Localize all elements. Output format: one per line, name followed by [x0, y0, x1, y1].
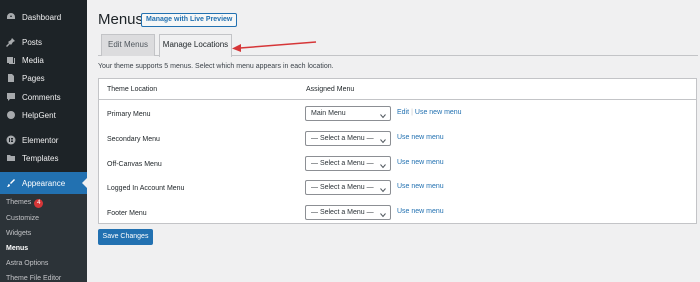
- menu-select[interactable]: — Select a Menu —: [305, 131, 391, 146]
- admin-sidebar: Dashboard Posts Media Pages Comments Hel…: [0, 0, 87, 282]
- sidebar-item-appearance[interactable]: Appearance: [0, 172, 87, 194]
- sidebar-item-templates[interactable]: Templates: [0, 147, 87, 169]
- use-new-menu-link[interactable]: Use new menu: [415, 109, 462, 116]
- menu-select[interactable]: — Select a Menu —: [305, 205, 391, 220]
- sidebar-item-label: Elementor: [22, 135, 59, 145]
- update-count-badge: 4: [34, 199, 44, 208]
- media-icon: [6, 55, 16, 65]
- select-value: Main Menu: [311, 110, 346, 117]
- sidebar-item-label: Dashboard: [22, 12, 62, 22]
- chevron-down-icon: [380, 111, 386, 119]
- use-new-menu-link[interactable]: Use new menu: [397, 183, 444, 190]
- chevron-down-icon: [380, 185, 386, 193]
- use-new-menu-link[interactable]: Use new menu: [397, 134, 444, 141]
- elementor-icon: [6, 135, 16, 145]
- submenu-item-customize[interactable]: Customize: [6, 215, 39, 222]
- location-name: Primary Menu: [107, 111, 151, 118]
- sidebar-item-label: Posts: [22, 37, 43, 47]
- location-name: Logged In Account Menu: [107, 185, 185, 192]
- row-links: Use new menu: [397, 134, 444, 141]
- submenu-item-menus[interactable]: Menus: [6, 245, 28, 252]
- menu-select[interactable]: — Select a Menu —: [305, 180, 391, 195]
- table-row: Off-Canvas Menu — Select a Menu — Use ne…: [99, 154, 696, 178]
- location-name: Off-Canvas Menu: [107, 161, 162, 168]
- row-links: Use new menu: [397, 208, 444, 215]
- submenu-item-themes[interactable]: Themes 4: [6, 199, 44, 208]
- table-row: Primary Menu Main Menu Edit | Use new menu: [99, 104, 696, 128]
- select-value: — Select a Menu —: [311, 135, 374, 142]
- sidebar-item-label: Templates: [22, 153, 59, 163]
- live-preview-button[interactable]: Manage with Live Preview: [141, 13, 238, 27]
- folder-icon: [6, 153, 16, 163]
- chevron-down-icon: [380, 136, 386, 144]
- column-header-assigned: Assigned Menu: [306, 86, 355, 93]
- sidebar-item-label: Pages: [22, 73, 45, 83]
- table-row: Footer Menu — Select a Menu — Use new me…: [99, 203, 696, 227]
- table-row: Secondary Menu — Select a Menu — Use new…: [99, 129, 696, 153]
- row-links: Use new menu: [397, 183, 444, 190]
- active-indicator: [82, 178, 87, 188]
- sidebar-item-label: Media: [22, 55, 44, 65]
- annotation-arrow: [232, 41, 317, 52]
- submenu-item-label: Themes: [6, 199, 32, 206]
- tab-edit-menus[interactable]: Edit Menus: [101, 34, 155, 56]
- chevron-down-icon: [380, 161, 386, 169]
- comment-icon: [6, 92, 16, 102]
- select-value: — Select a Menu —: [311, 184, 374, 191]
- intro-text: Your theme supports 5 menus. Select whic…: [98, 63, 334, 70]
- select-value: — Select a Menu —: [311, 160, 374, 167]
- use-new-menu-link[interactable]: Use new menu: [397, 208, 444, 215]
- appearance-submenu: Themes 4 Customize Widgets Menus Astra Op…: [0, 194, 87, 282]
- submenu-item-theme-file-editor[interactable]: Theme File Editor: [6, 275, 61, 282]
- help-icon: [6, 110, 16, 120]
- nav-tabs: Edit Menus Manage Locations: [98, 34, 698, 57]
- row-links: Edit | Use new menu: [397, 109, 462, 116]
- location-name: Footer Menu: [107, 210, 147, 217]
- location-name: Secondary Menu: [107, 136, 160, 143]
- row-links: Use new menu: [397, 159, 444, 166]
- link-separator: |: [411, 109, 413, 116]
- edit-link[interactable]: Edit: [397, 109, 409, 116]
- dashboard-icon: [6, 12, 16, 22]
- tab-manage-locations[interactable]: Manage Locations: [159, 34, 232, 57]
- brush-icon: [6, 178, 16, 188]
- menu-locations-table: Theme Location Assigned Menu Primary Men…: [98, 78, 697, 224]
- page-icon: [6, 73, 16, 83]
- chevron-down-icon: [380, 210, 386, 218]
- menu-select[interactable]: Main Menu: [305, 106, 391, 121]
- sidebar-item-dashboard[interactable]: Dashboard: [0, 6, 87, 28]
- sidebar-item-label: HelpGent: [22, 110, 56, 120]
- save-changes-button[interactable]: Save Changes: [98, 229, 153, 245]
- table-row: Logged In Account Menu — Select a Menu —…: [99, 178, 696, 202]
- column-header-location: Theme Location: [107, 86, 158, 93]
- pin-icon: [6, 37, 16, 47]
- submenu-item-widgets[interactable]: Widgets: [6, 230, 31, 237]
- page-title: Menus: [98, 11, 144, 28]
- submenu-item-astra-options[interactable]: Astra Options: [6, 260, 48, 267]
- sidebar-item-helpgent[interactable]: HelpGent: [0, 104, 87, 126]
- use-new-menu-link[interactable]: Use new menu: [397, 159, 444, 166]
- menu-select[interactable]: — Select a Menu —: [305, 156, 391, 171]
- sidebar-item-label: Comments: [22, 92, 61, 102]
- table-header: Theme Location Assigned Menu: [99, 79, 696, 100]
- select-value: — Select a Menu —: [311, 209, 374, 216]
- sidebar-item-label: Appearance: [22, 178, 66, 188]
